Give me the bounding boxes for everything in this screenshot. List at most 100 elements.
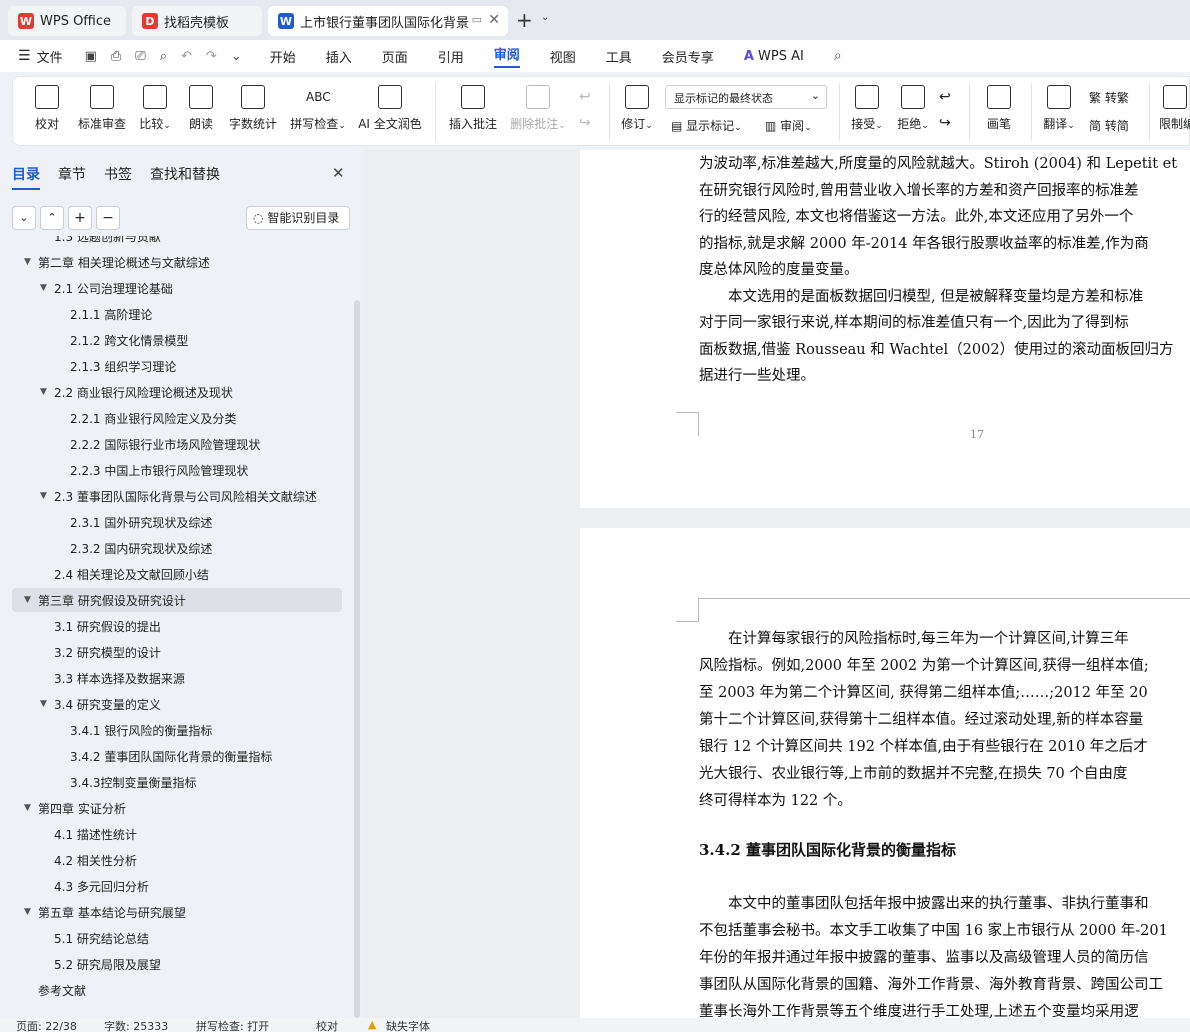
translate-button[interactable]: 翻译⌄ bbox=[1039, 81, 1079, 132]
tab-bookmarks[interactable]: 书签 bbox=[104, 164, 132, 184]
tab-chapters[interactable]: 章节 bbox=[58, 164, 86, 184]
search-icon[interactable]: ⌕ bbox=[834, 48, 842, 64]
add-heading-button[interactable]: + bbox=[68, 206, 92, 230]
toc-item[interactable]: 2.1.2 跨文化情景模型 bbox=[0, 328, 342, 352]
print-icon[interactable]: ⎚ bbox=[135, 49, 145, 64]
chevron-down-icon[interactable]: ⌄ bbox=[541, 12, 549, 23]
menu-view[interactable]: 视图 bbox=[550, 47, 576, 66]
revise-button[interactable]: 修订⌄ bbox=[617, 81, 657, 132]
wps-ai-button[interactable]: A WPS AI bbox=[744, 49, 804, 64]
toc-item[interactable]: 2.3.2 国内研究现状及综述 bbox=[0, 536, 342, 560]
toc-item[interactable]: 3.4.3控制变量衡量指标 bbox=[0, 770, 342, 794]
tab-find-replace[interactable]: 查找和替换 bbox=[150, 164, 220, 184]
word-count-button[interactable]: 字数统计 bbox=[225, 81, 281, 132]
collapse-all-button[interactable]: ⌄ bbox=[12, 206, 36, 230]
pen-button[interactable]: 画笔 bbox=[979, 81, 1019, 132]
close-tab-icon[interactable]: ✕ bbox=[488, 12, 500, 28]
menu-file[interactable]: 文件 bbox=[37, 47, 63, 66]
insert-comment-button[interactable]: 插入批注 bbox=[445, 81, 501, 132]
to-traditional-button[interactable]: 繁 转繁 bbox=[1089, 89, 1129, 106]
collapse-triangle-icon[interactable]: ▼ bbox=[40, 283, 54, 293]
collapse-triangle-icon[interactable]: ▼ bbox=[24, 803, 38, 813]
redo-icon[interactable]: ↷ bbox=[206, 49, 217, 64]
word-count-indicator[interactable]: 字数: 25333 bbox=[104, 1018, 168, 1032]
toc-item[interactable]: 参考文献 bbox=[0, 978, 342, 1002]
markup-state-select[interactable]: 显示标记的最终状态 ⌄ bbox=[665, 85, 827, 109]
toc-item[interactable]: ▼ 第四章 实证分析 bbox=[0, 796, 342, 820]
toc-item[interactable]: 4.2 相关性分析 bbox=[0, 848, 342, 872]
toc-item[interactable]: ▼ 2.3 董事团队国际化背景与公司风险相关文献综述 bbox=[0, 484, 342, 508]
more-icon[interactable]: ⌄ bbox=[231, 49, 242, 64]
expand-up-button[interactable]: ⌃ bbox=[40, 206, 64, 230]
collapse-triangle-icon[interactable]: ▼ bbox=[24, 907, 38, 917]
menu-insert[interactable]: 插入 bbox=[326, 47, 352, 66]
toc-item[interactable]: 4.3 多元回归分析 bbox=[0, 874, 342, 898]
reject-button[interactable]: 拒绝⌄ bbox=[893, 81, 933, 132]
toc-item[interactable]: 2.2.3 中国上市银行风险管理现状 bbox=[0, 458, 342, 482]
toc-item[interactable]: ▼ 第三章 研究假设及研究设计 bbox=[12, 588, 342, 612]
toc-item[interactable]: ▼ 第二章 相关理论概述与文献综述 bbox=[0, 250, 342, 274]
close-pane-icon[interactable]: ✕ bbox=[332, 164, 345, 182]
toc-item[interactable]: ▼ 2.1 公司治理理论基础 bbox=[0, 276, 342, 300]
delete-comment-button[interactable]: 删除批注⌄ bbox=[507, 81, 569, 132]
standard-review-button[interactable]: 标准审查 bbox=[75, 81, 129, 132]
undo-icon[interactable]: ↶ bbox=[181, 49, 192, 64]
proofread-indicator[interactable]: 校对 bbox=[316, 1018, 338, 1032]
page-indicator[interactable]: 页面: 22/38 bbox=[16, 1018, 77, 1032]
toc-item[interactable]: 2.2.1 商业银行风险定义及分类 bbox=[0, 406, 342, 430]
tab-docer-templates[interactable]: D 找稻壳模板 bbox=[132, 6, 262, 36]
next-comment-icon[interactable]: ↪ bbox=[579, 115, 591, 131]
compare-button[interactable]: 比较⌄ bbox=[135, 81, 175, 132]
read-aloud-button[interactable]: 朗读 bbox=[183, 81, 219, 132]
new-tab-icon[interactable]: + bbox=[516, 8, 533, 32]
previous-comment-icon[interactable]: ↩ bbox=[579, 89, 591, 105]
tab-current-document[interactable]: W 上市银行董事团队国际化背景 ▭ ✕ bbox=[268, 6, 508, 36]
collapse-triangle-icon[interactable]: ▼ bbox=[24, 257, 38, 267]
next-change-icon[interactable]: ↪ bbox=[939, 115, 951, 131]
spell-check-button[interactable]: ABC 拼写检查⌄ bbox=[287, 81, 349, 132]
review-pane-button[interactable]: ▥ 审阅⌄ bbox=[765, 117, 812, 134]
toc-item[interactable]: 1.3 选题创新与贡献 bbox=[0, 236, 342, 248]
toc-item[interactable]: ▼ 3.4 研究变量的定义 bbox=[0, 692, 342, 716]
collapse-triangle-icon[interactable]: ▼ bbox=[40, 387, 54, 397]
missing-font-indicator[interactable]: 缺失字体 bbox=[386, 1018, 430, 1032]
menu-tools[interactable]: 工具 bbox=[606, 47, 632, 66]
accept-button[interactable]: 接受⌄ bbox=[847, 81, 887, 132]
proofread-button[interactable]: 校对 bbox=[27, 81, 67, 132]
save-icon[interactable]: ▣ bbox=[85, 49, 97, 64]
to-simplified-button[interactable]: 简 转简 bbox=[1089, 117, 1129, 134]
export-icon[interactable]: ⎙ bbox=[111, 49, 121, 64]
toc-item[interactable]: 3.1 研究假设的提出 bbox=[0, 614, 342, 638]
restrict-edit-button[interactable]: 限制编 bbox=[1159, 81, 1190, 132]
toc-item[interactable]: 2.4 相关理论及文献回顾小结 bbox=[0, 562, 342, 586]
toc-item[interactable]: 5.2 研究局限及展望 bbox=[0, 952, 342, 976]
tab-toc[interactable]: 目录 bbox=[12, 164, 40, 190]
toc-item[interactable]: 3.4.2 董事团队国际化背景的衡量指标 bbox=[0, 744, 342, 768]
collapse-triangle-icon[interactable]: ▼ bbox=[24, 595, 38, 605]
spell-check-indicator[interactable]: 拼写检查: 打开 bbox=[196, 1018, 269, 1032]
ai-polish-button[interactable]: AI 全文润色 bbox=[355, 81, 425, 132]
scrollbar[interactable] bbox=[354, 300, 360, 1018]
toc-item[interactable]: 2.2.2 国际银行业市场风险管理现状 bbox=[0, 432, 342, 456]
collapse-triangle-icon[interactable]: ▼ bbox=[40, 699, 54, 709]
toc-item[interactable]: 3.3 样本选择及数据来源 bbox=[0, 666, 342, 690]
tab-wps-office[interactable]: W WPS Office bbox=[8, 6, 126, 36]
toc-item[interactable]: 4.1 描述性统计 bbox=[0, 822, 342, 846]
smart-toc-button[interactable]: ◌ 智能识别目录 bbox=[246, 206, 350, 230]
toc-item[interactable]: 3.4.1 银行风险的衡量指标 bbox=[0, 718, 342, 742]
toc-item[interactable]: 2.1.3 组织学习理论 bbox=[0, 354, 342, 378]
toc-item[interactable]: 2.3.1 国外研究现状及综述 bbox=[0, 510, 342, 534]
show-markup-button[interactable]: ▤ 显示标记⌄ bbox=[671, 117, 742, 134]
monitor-icon[interactable]: ▭ bbox=[472, 13, 482, 26]
toc-item[interactable]: 5.1 研究结论总结 bbox=[0, 926, 342, 950]
toc-item[interactable]: ▼ 2.2 商业银行风险理论概述及现状 bbox=[0, 380, 342, 404]
menu-page[interactable]: 页面 bbox=[382, 47, 408, 66]
toc-item[interactable]: 2.1.1 高阶理论 bbox=[0, 302, 342, 326]
menu-home[interactable]: 开始 bbox=[270, 47, 296, 66]
menu-references[interactable]: 引用 bbox=[438, 47, 464, 66]
print-preview-icon[interactable]: ⌕ bbox=[160, 49, 167, 64]
previous-change-icon[interactable]: ↩ bbox=[939, 89, 951, 105]
toc-item[interactable]: ▼ 第五章 基本结论与研究展望 bbox=[0, 900, 342, 924]
menu-review[interactable]: 审阅 bbox=[493, 44, 520, 68]
menu-member[interactable]: 会员专享 bbox=[662, 47, 714, 66]
